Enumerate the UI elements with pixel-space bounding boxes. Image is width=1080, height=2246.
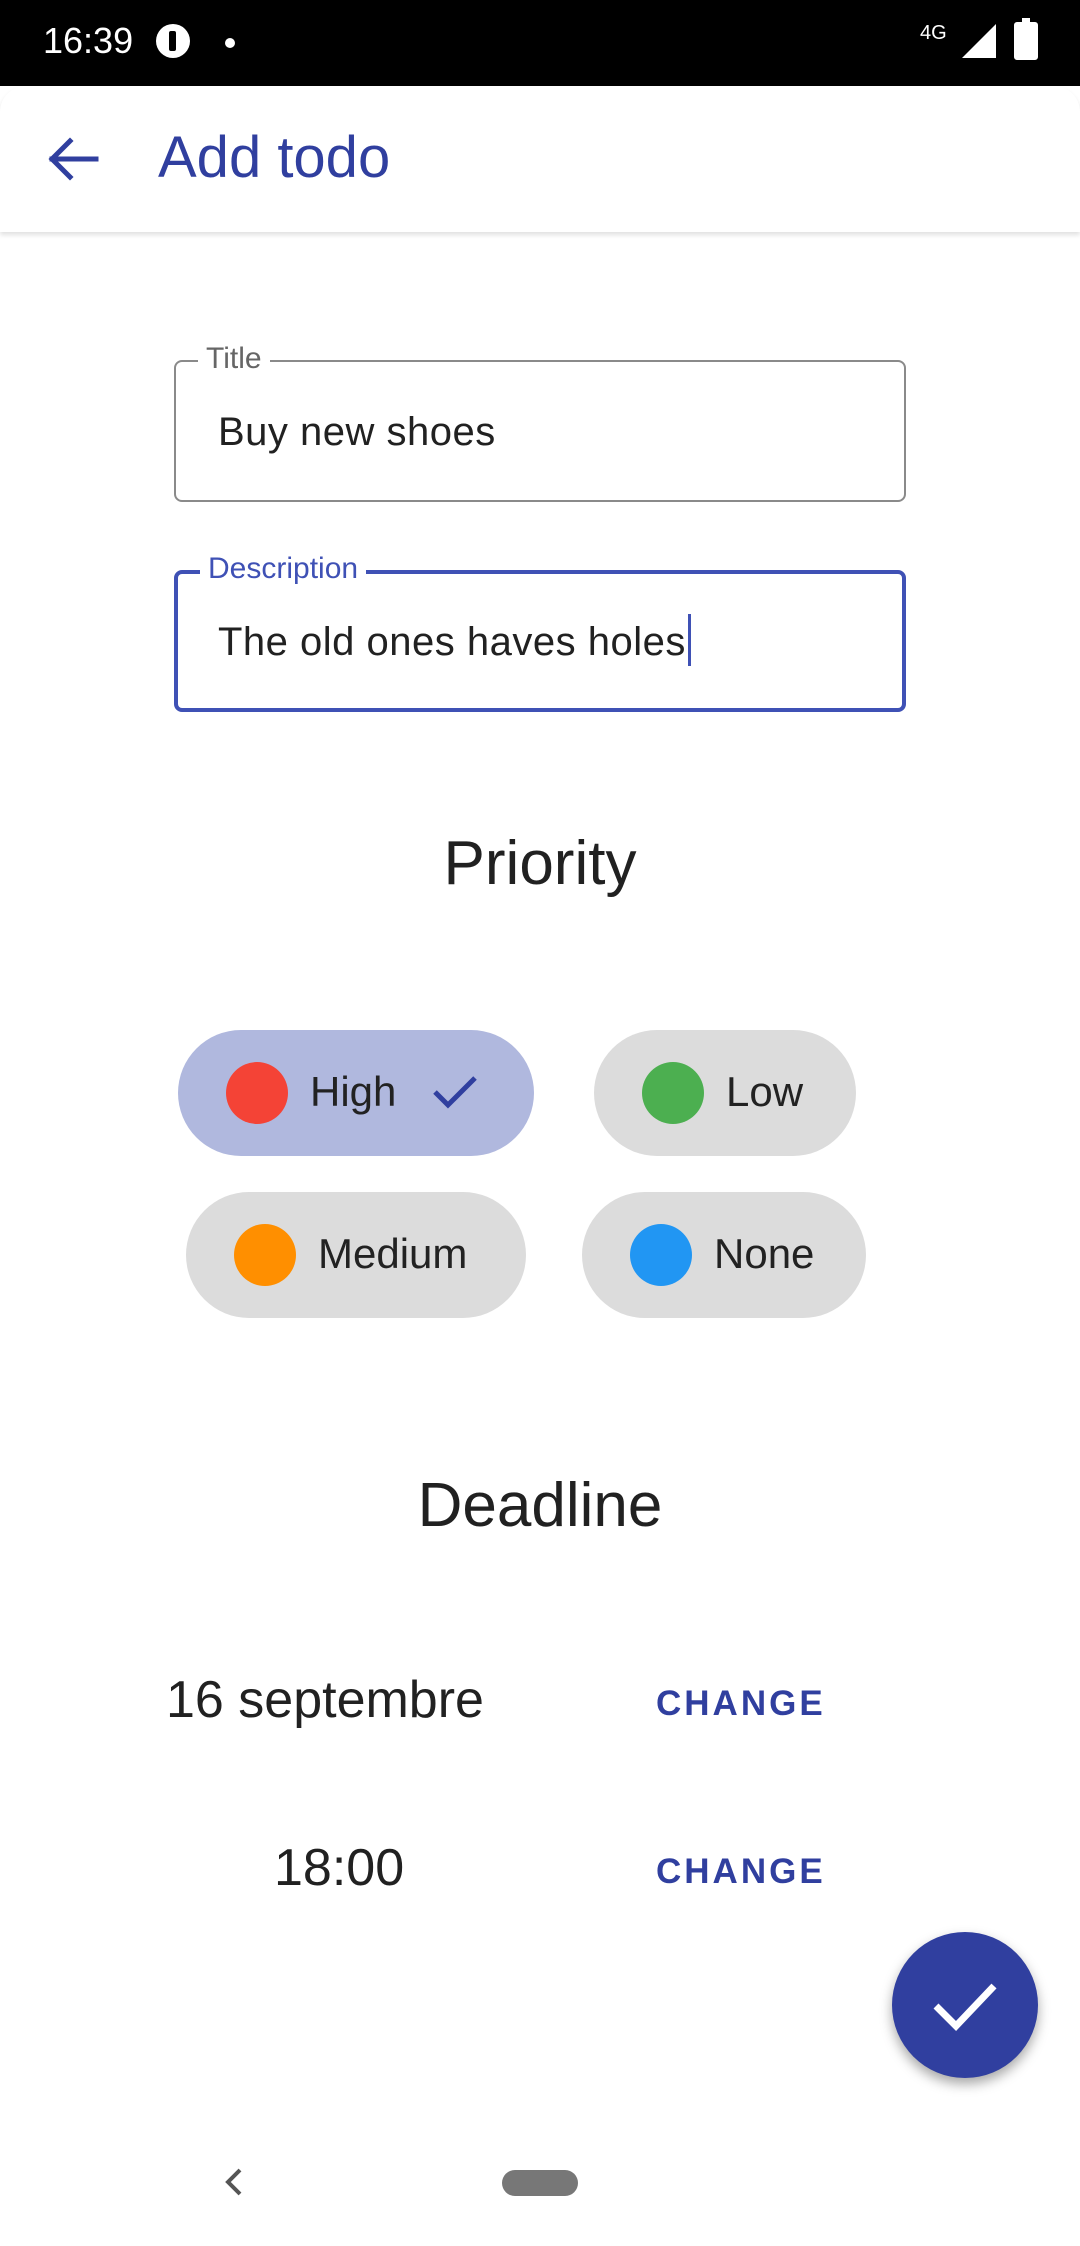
title-field[interactable]: Title Buy new shoes	[174, 342, 906, 502]
network-type: 4G	[920, 22, 947, 44]
signal-icon	[962, 24, 996, 58]
status-time: 16:39	[43, 20, 134, 61]
priority-chip-label: None	[714, 1230, 815, 1277]
app-bar: Add todo	[0, 86, 1080, 232]
check-icon	[933, 1983, 997, 2032]
dot-icon	[225, 38, 235, 48]
priority-chip-label: High	[310, 1068, 397, 1115]
battery-charging-icon	[1014, 18, 1038, 60]
deadline-time-row: 18:00 CHANGE	[0, 1832, 1080, 1922]
app-notification-icon	[156, 24, 190, 58]
priority-chip-low[interactable]: Low	[594, 1030, 856, 1156]
medium-color-dot	[234, 1224, 296, 1286]
description-field-label: Description	[200, 552, 367, 586]
priority-chip-high[interactable]: High	[178, 1030, 534, 1156]
high-color-dot	[226, 1062, 288, 1124]
description-field[interactable]: Description The old ones haves holes	[174, 552, 906, 712]
title-field-label: Title	[198, 342, 270, 376]
deadline-date-row: 16 septembre CHANGE	[0, 1664, 1080, 1754]
low-color-dot	[642, 1062, 704, 1124]
deadline-date: 16 septembre	[166, 1671, 484, 1729]
change-date-button[interactable]: CHANGE	[656, 1684, 826, 1724]
priority-chip-label: Low	[726, 1068, 804, 1115]
priority-chip-medium[interactable]: Medium	[186, 1192, 526, 1318]
title-field-value[interactable]: Buy new shoes	[218, 410, 496, 455]
check-icon	[433, 1076, 477, 1109]
priority-chip-none[interactable]: None	[582, 1192, 866, 1318]
nav-back-icon[interactable]	[218, 2162, 248, 2202]
none-color-dot	[630, 1224, 692, 1286]
description-field-value[interactable]: The old ones haves holes	[218, 614, 691, 667]
nav-home-handle[interactable]	[502, 2170, 578, 2196]
text-cursor	[687, 614, 691, 667]
deadline-time: 18:00	[274, 1839, 405, 1897]
page-title: Add todo	[158, 125, 391, 190]
deadline-heading: Deadline	[417, 1471, 663, 1540]
arrow-back-icon[interactable]	[42, 134, 102, 184]
priority-chip-label: Medium	[318, 1230, 468, 1277]
save-todo-button[interactable]	[892, 1932, 1038, 2078]
change-time-button[interactable]: CHANGE	[656, 1852, 826, 1892]
priority-heading: Priority	[443, 829, 637, 898]
description-text: The old ones haves holes	[218, 620, 686, 664]
status-bar: 16:39 4G	[0, 0, 1080, 86]
